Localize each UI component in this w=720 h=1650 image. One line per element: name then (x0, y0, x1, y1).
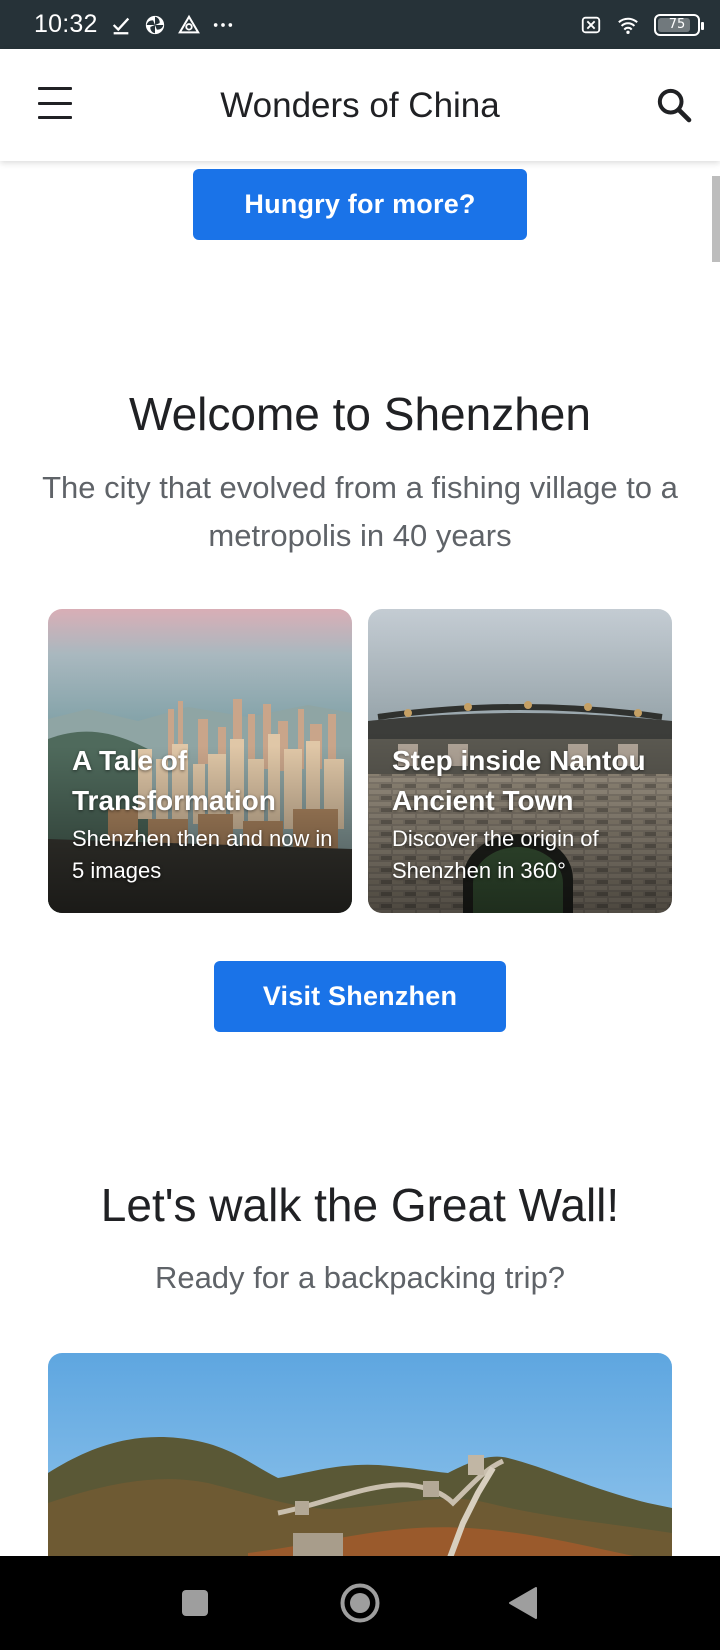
triangle-icon (177, 14, 200, 33)
card-nantou-description: Discover the origin of Shenzhen in 360° (392, 826, 599, 883)
shenzhen-section-title: Welcome to Shenzhen (129, 388, 591, 440)
back-triangle-icon[interactable] (500, 1580, 546, 1626)
card-nantou-text: Step inside Nantou Ancient Town Discover… (392, 741, 662, 887)
great-wall-landscape (48, 1353, 672, 1556)
card-tale-of-transformation[interactable]: A Tale of Transformation Shenzhen then a… (48, 609, 352, 913)
search-icon[interactable] (654, 85, 694, 125)
great-wall-image[interactable] (48, 1353, 672, 1556)
home-circle-icon[interactable] (337, 1580, 383, 1626)
card-nantou-ancient-town[interactable]: Step inside Nantou Ancient Town Discover… (368, 609, 672, 913)
status-icons-right: 75 (580, 13, 704, 36)
more-dots-icon (213, 22, 232, 27)
battery-level: 75 (668, 17, 686, 32)
great-wall-section-title: Let's walk the Great Wall! (100, 1179, 620, 1231)
card-tale-text: A Tale of Transformation Shenzhen then a… (72, 741, 342, 887)
card-tale-description: Shenzhen then and now in 5 images (72, 826, 333, 883)
wifi-icon (618, 17, 638, 34)
app-bar: Wonders of China (0, 49, 720, 161)
card-nantou-title: Step inside Nantou Ancient Town (392, 745, 646, 816)
check-download-icon (112, 17, 129, 34)
status-bar: 10:32 75 (0, 0, 720, 49)
scrollbar-thumb[interactable] (712, 176, 720, 262)
hungry-for-more-button[interactable]: Hungry for more? (193, 169, 527, 240)
app-title: Wonders of China (220, 86, 500, 125)
status-time: 10:32 (34, 10, 98, 38)
visit-shenzhen-button[interactable]: Visit Shenzhen (214, 961, 506, 1032)
main-content[interactable]: Hungry for more? Welcome to Shenzhen The… (0, 161, 720, 1556)
shenzhen-section-subtitle: The city that evolved from a fishing vil… (42, 470, 678, 553)
battery-icon: 75 (654, 13, 704, 36)
system-nav-bar (0, 1556, 720, 1650)
no-sim-icon (581, 16, 601, 33)
card-tale-title: A Tale of Transformation (72, 745, 276, 816)
pinwheel-icon (145, 15, 164, 34)
recents-square-icon[interactable] (172, 1580, 218, 1626)
status-icons-left (110, 14, 234, 36)
great-wall-section-subtitle: Ready for a backpacking trip? (154, 1260, 566, 1295)
